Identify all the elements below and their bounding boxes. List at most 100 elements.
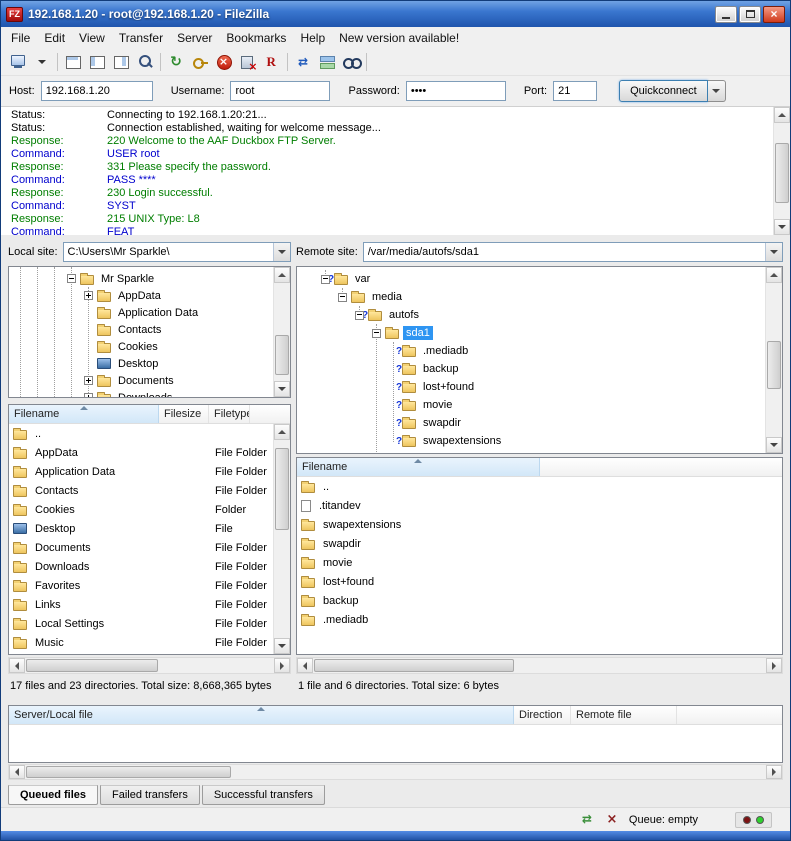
remote-site-dropdown-button[interactable] bbox=[765, 243, 782, 261]
host-input[interactable] bbox=[41, 81, 153, 101]
scrollbar-thumb[interactable] bbox=[275, 335, 289, 375]
file-row-backup[interactable]: backup bbox=[297, 591, 782, 610]
disconnect-button[interactable] bbox=[236, 51, 260, 73]
tree-item-media[interactable]: media bbox=[297, 288, 782, 306]
scroll-down-button[interactable] bbox=[274, 638, 290, 654]
tree-item-mr-sparkle[interactable]: Mr Sparkle bbox=[9, 270, 290, 287]
find-button[interactable] bbox=[339, 51, 363, 73]
cancel-button[interactable] bbox=[212, 51, 236, 73]
scrollbar-thumb[interactable] bbox=[26, 659, 158, 672]
expand-minus-icon[interactable] bbox=[321, 275, 330, 284]
column-header-filename[interactable]: Filename bbox=[297, 458, 540, 476]
scroll-left-button[interactable] bbox=[9, 765, 25, 779]
column-header-remote-file[interactable]: Remote file bbox=[571, 706, 677, 724]
menu-item-file[interactable]: File bbox=[4, 29, 37, 47]
port-input[interactable] bbox=[553, 81, 597, 101]
tree-item-swapextensions[interactable]: ?swapextensions bbox=[297, 432, 782, 450]
toggle-remote-tree-button[interactable] bbox=[109, 51, 133, 73]
scroll-up-button[interactable] bbox=[774, 107, 790, 123]
scroll-right-button[interactable] bbox=[274, 658, 290, 673]
tree-item-var[interactable]: ?var bbox=[297, 270, 782, 288]
scrollbar-track[interactable] bbox=[313, 658, 766, 673]
scrollbar-track[interactable] bbox=[25, 658, 274, 673]
tree-item-desktop[interactable]: Desktop bbox=[9, 355, 290, 372]
expand-plus-icon[interactable] bbox=[84, 393, 93, 398]
expand-plus-icon[interactable] bbox=[84, 376, 93, 385]
file-row-swapdir[interactable]: swapdir bbox=[297, 534, 782, 553]
file-row-favorites[interactable]: FavoritesFile Folder bbox=[9, 576, 290, 595]
tree-item-dvd[interactable]: ?dvd bbox=[297, 450, 782, 454]
scrollbar-thumb[interactable] bbox=[314, 659, 514, 672]
quickconnect-button[interactable]: Quickconnect bbox=[619, 80, 708, 102]
scrollbar-thumb[interactable] bbox=[275, 448, 289, 530]
file-row-mediadb[interactable]: .mediadb bbox=[297, 610, 782, 629]
scroll-up-button[interactable] bbox=[274, 424, 290, 440]
toggle-log-button[interactable] bbox=[61, 51, 85, 73]
file-row-application-data[interactable]: Application DataFile Folder bbox=[9, 462, 290, 481]
file-row-appdata[interactable]: AppDataFile Folder bbox=[9, 443, 290, 462]
expand-minus-icon[interactable] bbox=[338, 293, 347, 302]
menu-item-edit[interactable]: Edit bbox=[37, 29, 72, 47]
menu-item-new-version-available[interactable]: New version available! bbox=[332, 29, 466, 47]
scroll-left-button[interactable] bbox=[9, 658, 25, 673]
tree-item-autofs[interactable]: ?autofs bbox=[297, 306, 782, 324]
tree-item-swapdir[interactable]: ?swapdir bbox=[297, 414, 782, 432]
local-list-vertical-scrollbar[interactable] bbox=[273, 424, 290, 654]
file-row-local-settings[interactable]: Local SettingsFile Folder bbox=[9, 614, 290, 633]
remote-tree-vertical-scrollbar[interactable] bbox=[765, 267, 782, 453]
expand-minus-icon[interactable] bbox=[355, 311, 364, 320]
file-row-movie[interactable]: movie bbox=[297, 553, 782, 572]
tree-item-cookies[interactable]: Cookies bbox=[9, 338, 290, 355]
column-header-direction[interactable]: Direction bbox=[514, 706, 571, 724]
tab-queued-files[interactable]: Queued files bbox=[8, 785, 98, 805]
scrollbar-track[interactable] bbox=[25, 765, 766, 779]
scrollbar-track[interactable] bbox=[274, 440, 290, 638]
local-site-dropdown-button[interactable] bbox=[273, 243, 290, 261]
column-header-filesize[interactable]: Filesize bbox=[159, 405, 209, 423]
key-button[interactable] bbox=[188, 51, 212, 73]
file-row-links[interactable]: LinksFile Folder bbox=[9, 595, 290, 614]
password-input[interactable] bbox=[406, 81, 506, 101]
sync-browsing-icon[interactable] bbox=[604, 812, 620, 827]
file-row-item[interactable]: .. bbox=[9, 424, 290, 443]
expand-minus-icon[interactable] bbox=[372, 329, 381, 338]
tree-item-sda1[interactable]: sda1 bbox=[297, 324, 782, 342]
toggle-local-tree-button[interactable] bbox=[85, 51, 109, 73]
local-horizontal-scrollbar[interactable] bbox=[8, 657, 291, 674]
sync-browsing-button[interactable] bbox=[315, 51, 339, 73]
scrollbar-track[interactable] bbox=[774, 123, 790, 219]
tree-item-downloads[interactable]: Downloads bbox=[9, 389, 290, 398]
menu-item-server[interactable]: Server bbox=[170, 29, 219, 47]
scrollbar-thumb[interactable] bbox=[775, 143, 789, 203]
scroll-down-button[interactable] bbox=[274, 381, 290, 397]
queue-horizontal-scrollbar[interactable] bbox=[8, 764, 783, 780]
tree-item-contacts[interactable]: Contacts bbox=[9, 321, 290, 338]
file-row-titandev[interactable]: .titandev bbox=[297, 496, 782, 515]
reconnect-button[interactable] bbox=[260, 51, 284, 73]
file-row-lost-found[interactable]: lost+found bbox=[297, 572, 782, 591]
remote-site-input[interactable] bbox=[364, 243, 765, 261]
scroll-right-button[interactable] bbox=[766, 765, 782, 779]
tree-item-appdata[interactable]: AppData bbox=[9, 287, 290, 304]
file-row-downloads[interactable]: DownloadsFile Folder bbox=[9, 557, 290, 576]
local-tree-vertical-scrollbar[interactable] bbox=[273, 267, 290, 397]
tree-item-mediadb[interactable]: ?.mediadb bbox=[297, 342, 782, 360]
username-input[interactable] bbox=[230, 81, 330, 101]
column-header-filename[interactable]: Filename bbox=[9, 405, 159, 423]
tree-item-application-data[interactable]: Application Data bbox=[9, 304, 290, 321]
column-header-server-local-file[interactable]: Server/Local file bbox=[9, 706, 514, 724]
site-manager-button[interactable] bbox=[6, 51, 30, 73]
compare-button[interactable] bbox=[291, 51, 315, 73]
menu-item-view[interactable]: View bbox=[72, 29, 112, 47]
file-row-desktop[interactable]: DesktopFile bbox=[9, 519, 290, 538]
scroll-left-button[interactable] bbox=[297, 658, 313, 673]
tree-item-movie[interactable]: ?movie bbox=[297, 396, 782, 414]
remote-horizontal-scrollbar[interactable] bbox=[296, 657, 783, 674]
tree-item-documents[interactable]: Documents bbox=[9, 372, 290, 389]
scroll-down-button[interactable] bbox=[766, 437, 782, 453]
directory-comparison-icon[interactable] bbox=[579, 812, 595, 827]
expand-plus-icon[interactable] bbox=[84, 291, 93, 300]
scrollbar-thumb[interactable] bbox=[26, 766, 231, 778]
local-site-input[interactable] bbox=[64, 243, 273, 261]
file-row-item[interactable]: .. bbox=[297, 477, 782, 496]
